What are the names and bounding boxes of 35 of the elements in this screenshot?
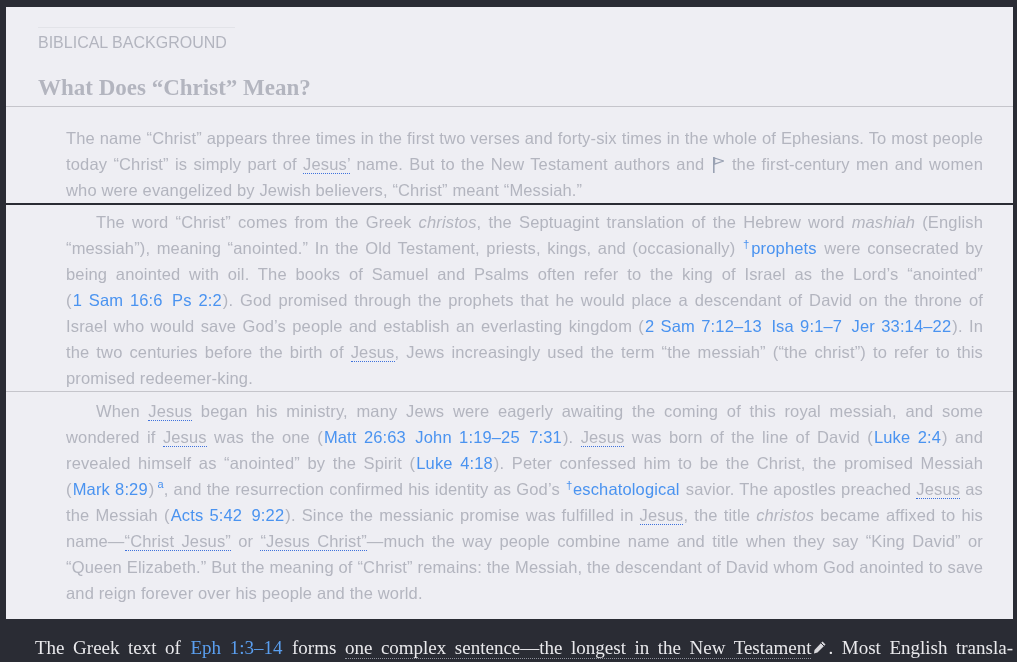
scripture-link[interactable]: Luke 2:4 bbox=[872, 428, 943, 446]
glossary-term[interactable]: Jesus’ bbox=[303, 155, 351, 174]
scripture-link[interactable]: Luke 4:18 bbox=[415, 454, 494, 472]
glossary-term[interactable]: Jesus bbox=[639, 506, 684, 525]
glossary-term[interactable]: “Jesus Christ” bbox=[260, 532, 367, 551]
scripture-link[interactable]: John 1:19–25 bbox=[414, 428, 521, 446]
scripture-link[interactable]: Mark 8:29 bbox=[71, 480, 149, 498]
footnote-marker[interactable]: a bbox=[157, 478, 164, 491]
scripture-link[interactable]: 1 Sam 16:6 bbox=[71, 291, 164, 309]
glossary-term[interactable]: one complex sentence—the longest in the New Testament bbox=[344, 637, 812, 659]
article-heading: What Does “Christ” Mean? bbox=[38, 74, 311, 102]
glossary-link[interactable]: $^{†}$prophets bbox=[741, 239, 818, 257]
glossary-term[interactable]: Jesus bbox=[350, 343, 395, 362]
scripture-link[interactable]: Acts 5:42 bbox=[169, 506, 244, 524]
flag-icon bbox=[712, 157, 724, 173]
glossary-term[interactable]: Jesus bbox=[580, 428, 625, 447]
body-paragraph: The name “Christ” appears three times in the first two verses and forty-six times in the whole of Ephesians. To most people today “Christ” is simply part of Jesus’ name. But to the New Testament authors and the first-century men and women who were evangelized by Jewish believers, “Christ” meant “Messiah.” bbox=[66, 128, 983, 201]
body-paragraph: When Jesus began his ministry, many Jews were eagerly awaiting the coming of this royal messiah, and some wondered if Jesus was the one (Matt 26:63 John 1:19–25 7:31). Jesus was born of the line of David (Luke 2:4) and revealed himself as “anointed” by the Spirit (Luke 4:18). Peter confessed him to be the Christ, the promised Messiah (Mark 8:29) $^{a}$, and the resurrection confirmed his identity as God’s $^{†}$eschatological savior. The apostles preached Jesus as the Messiah (Acts 5:42 9:22). Since the messianic promise was fulfilled in Jesus, the title christos became affixed to his name—“Christ Jesus” or “Jesus Christ”—much the way people combine name and title when they say “King David” or “Queen Elizabeth.” But the meaning of “Christ” remains: the Messiah, the descendant of David whom God anointed to save and reign forever over his people and the world. bbox=[66, 401, 983, 604]
scripture-link[interactable]: Matt 26:63 bbox=[322, 428, 407, 446]
scripture-link[interactable]: Jer 33:14–22 bbox=[850, 317, 953, 335]
scripture-link[interactable]: Ps 2:2 bbox=[171, 291, 223, 309]
scripture-link[interactable]: 2 Sam 7:12–13 bbox=[644, 317, 763, 335]
scripture-link[interactable]: Isa 9:1–7 bbox=[770, 317, 844, 335]
body-paragraph: The Greek text of Eph 1:3–14 forms one complex sentence—the longest in the New Testament . Most English transla- bbox=[34, 636, 1014, 660]
body-paragraph: The word “Christ” comes from the Greek christos, the Septuagint translation of the Hebrew word mashiah (English “messiah”), meaning “anointed.” In the Old Testament, priests, kings, and (occasionally) $^{†}$prophets were consecrated by being anointed with oil. The books of Samuel and Psalms often refer to the king of Israel as the Lord’s “anointed” (1 Sam 16:6 Ps 2:2). God promised through the prophets that he would place a descendant of David on the throne of Israel who would save God’s people and establish an everlasting kingdom (2 Sam 7:12–13 Isa 9:1–7 Jer 33:14–22). In the two centuries before the birth of Jesus, Jews increasingly used the term “the messiah” (“the christ”) to refer to this promised redeemer-king. bbox=[66, 212, 983, 389]
pencil-icon[interactable] bbox=[813, 641, 827, 654]
glossary-term[interactable]: Jesus bbox=[916, 480, 961, 499]
scripture-link[interactable]: 9:22 bbox=[250, 506, 286, 524]
section-label: BIBLICAL BACKGROUND bbox=[38, 27, 235, 54]
glossary-term[interactable]: “Christ Jesus” bbox=[124, 532, 231, 551]
scripture-link[interactable]: Eph 1:3–14 bbox=[189, 637, 284, 658]
scripture-link[interactable]: 7:31 bbox=[528, 428, 563, 446]
glossary-term[interactable]: Jesus bbox=[162, 428, 207, 447]
glossary-term[interactable]: Jesus bbox=[148, 402, 193, 421]
glossary-link[interactable]: $^{†}$eschatological bbox=[565, 480, 681, 498]
